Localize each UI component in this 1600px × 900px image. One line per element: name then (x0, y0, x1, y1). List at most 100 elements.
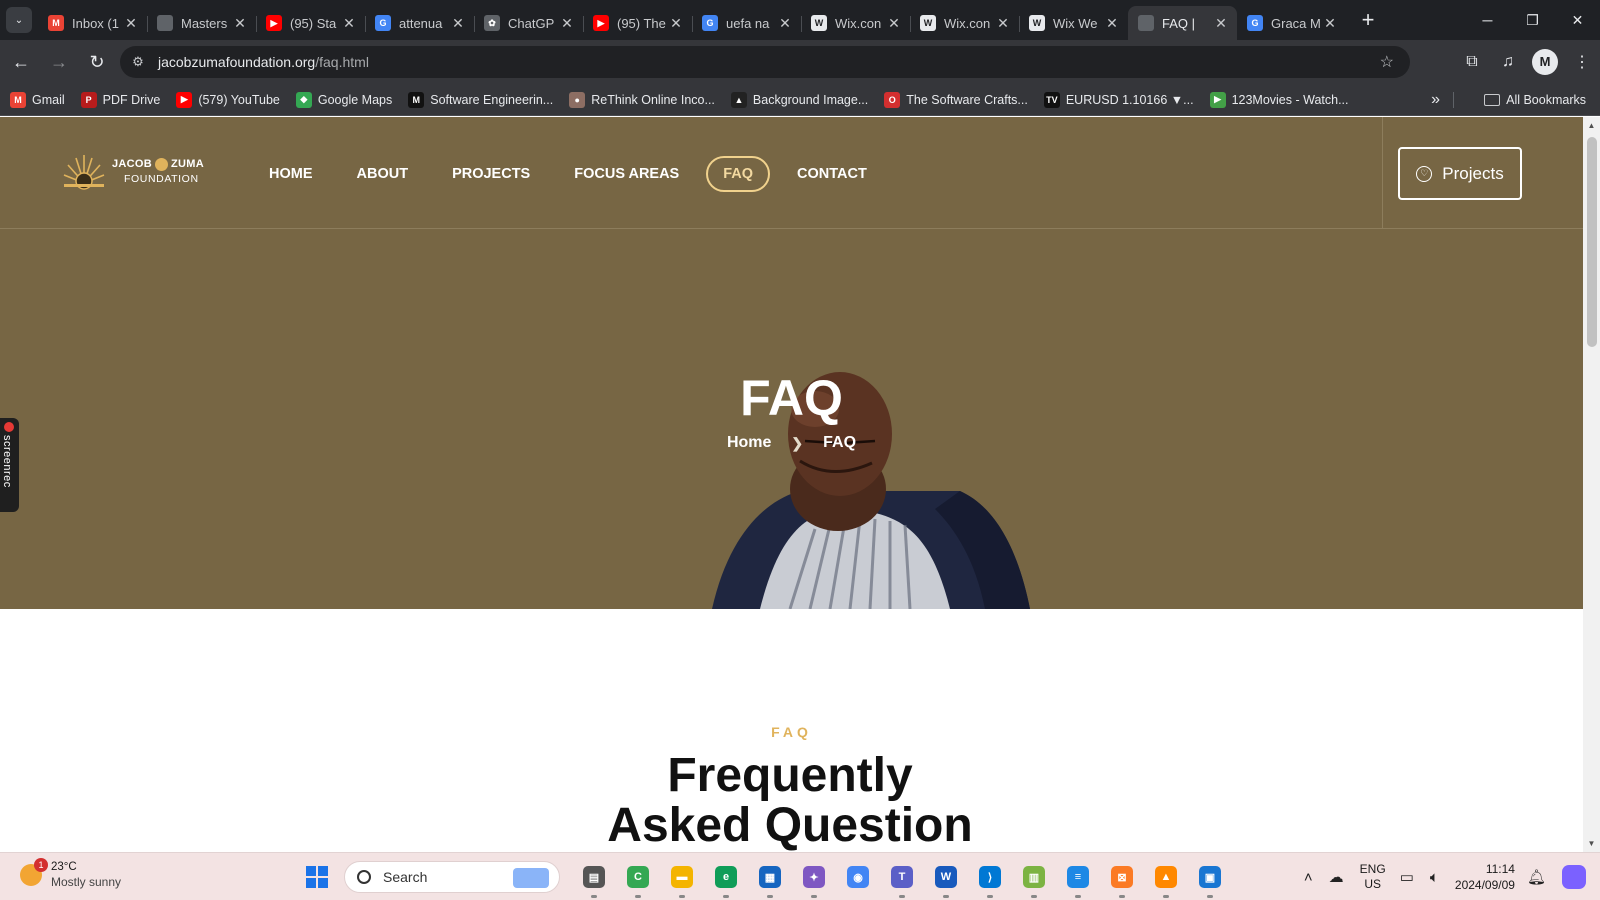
weather-widget[interactable]: 1 23°C Mostly sunny (20, 858, 121, 890)
bookmark-item[interactable]: TV EURUSD 1.10166 ▼... (1043, 91, 1194, 108)
taskbar-search[interactable]: Search (344, 861, 560, 893)
browser-tab[interactable]: W Wix.con ✕ (910, 6, 1019, 40)
extensions-icon[interactable]: ⧉ (1454, 53, 1490, 71)
tab-search-button[interactable]: ⌄ (6, 7, 32, 33)
bookmark-item[interactable]: ● ReThink Online Inco... (569, 91, 715, 108)
bookmark-item[interactable]: ◆ Google Maps (295, 91, 392, 108)
taskbar-app[interactable]: T (880, 861, 924, 898)
scroll-down-arrow-icon[interactable]: ▼ (1583, 839, 1600, 848)
network-icon[interactable]: ▭ (1400, 868, 1414, 886)
site-header: JACOB ZUMA FOUNDATION HOME ABOUT PROJECTS FO… (0, 117, 1583, 229)
close-window-button[interactable]: ✕ (1555, 0, 1600, 40)
taskbar-app[interactable]: ▬ (660, 861, 704, 898)
volume-icon[interactable]: 🔈︎ (1430, 869, 1439, 886)
close-tab-icon[interactable]: ✕ (341, 15, 357, 32)
bookmark-item[interactable]: ▶ 123Movies - Watch... (1209, 91, 1349, 108)
close-tab-icon[interactable]: ✕ (1104, 15, 1120, 32)
nav-link-projects[interactable]: PROJECTS (435, 156, 547, 192)
projects-cta-button[interactable]: ♡ Projects (1398, 147, 1522, 200)
bookmark-star-icon[interactable]: ☆ (1380, 52, 1394, 72)
medium-icon: M (408, 91, 425, 108)
close-tab-icon[interactable]: ✕ (123, 15, 139, 32)
chevron-up-icon[interactable]: ˄ (1304, 869, 1313, 886)
taskbar-app[interactable]: ≡ (1056, 861, 1100, 898)
bookmark-item[interactable]: M Gmail (10, 91, 65, 108)
address-bar[interactable]: ⚙ jacobzumafoundation.org/faq.html ☆ (120, 46, 1410, 78)
bookmark-item[interactable]: O The Software Crafts... (884, 91, 1028, 108)
windows-start-icon[interactable] (306, 866, 328, 888)
youtube-icon: ▶ (176, 91, 193, 108)
faq-heading-text: Frequently Asked Question (607, 749, 973, 852)
taskbar-app[interactable]: ▦ (748, 861, 792, 898)
browser-tab[interactable]: Guefa na ✕ (692, 6, 801, 40)
taskbar-app[interactable]: ⊠ (1100, 861, 1144, 898)
nav-link-focus-areas[interactable]: FOCUS AREAS (557, 156, 696, 192)
browser-tab[interactable]: Gattenua ✕ (365, 6, 474, 40)
restore-button[interactable]: ❐ (1510, 0, 1555, 40)
back-button[interactable]: ← (4, 45, 38, 79)
browser-tab[interactable]: ▶ (95) Sta ✕ (256, 6, 365, 40)
browser-tab[interactable]: Masters ✕ (147, 6, 256, 40)
forward-button[interactable]: → (42, 45, 76, 79)
taskbar-app[interactable]: ▣ (1188, 861, 1232, 898)
close-tab-icon[interactable]: ✕ (559, 15, 575, 32)
nav-link-faq[interactable]: FAQ (706, 156, 771, 192)
bookmark-item[interactable]: P PDF Drive (80, 91, 161, 108)
notifications-bell-icon[interactable]: 🔔︎ (1527, 868, 1546, 886)
chrome-menu-icon[interactable]: ⋮ (1564, 52, 1600, 72)
taskbar-app[interactable]: C (616, 861, 660, 898)
faq-eyebrow: FAQ (771, 724, 812, 740)
taskbar-app[interactable]: ✦ (792, 861, 836, 898)
taskbar-app[interactable]: ◉ (836, 861, 880, 893)
reload-button[interactable]: ↻ (80, 45, 114, 79)
close-tab-icon[interactable]: ✕ (995, 15, 1011, 32)
taskbar-app[interactable]: W (924, 861, 968, 898)
taskbar-app[interactable]: e (704, 861, 748, 898)
close-tab-icon[interactable]: ✕ (1322, 15, 1338, 32)
close-tab-icon[interactable]: ✕ (450, 15, 466, 32)
new-tab-button[interactable]: + (1354, 6, 1382, 34)
minimize-button[interactable]: ─ (1465, 0, 1510, 40)
close-tab-icon[interactable]: ✕ (232, 15, 248, 32)
nav-link-about[interactable]: ABOUT (340, 156, 426, 192)
breadcrumb-home-link[interactable]: Home (727, 434, 771, 452)
nav-link-home[interactable]: HOME (252, 156, 330, 192)
close-tab-icon[interactable]: ✕ (1213, 15, 1229, 32)
browser-tab[interactable]: M Inbox (1 ✕ (38, 6, 147, 40)
url-text[interactable]: jacobzumafoundation.org/faq.html (158, 54, 369, 70)
profile-avatar[interactable]: M (1532, 49, 1558, 75)
bookmark-label: PDF Drive (102, 92, 161, 107)
tab-list: M Inbox (1 ✕ Masters ✕ ▶ (95) Sta ✕ Gattenua ✕ ✿ Ch… (38, 0, 1346, 40)
more-bookmarks-chevron-icon[interactable]: » (1431, 91, 1440, 109)
foundation-logo[interactable]: JACOB ZUMA FOUNDATION (60, 153, 204, 191)
taskbar-app[interactable]: ⟩ (968, 861, 1012, 898)
media-controls-icon[interactable]: ♫ (1490, 53, 1526, 71)
close-tab-icon[interactable]: ✕ (886, 15, 902, 32)
taskbar-clock[interactable]: 11:14 2024/09/09 (1455, 861, 1515, 893)
browser-tab[interactable]: FAQ | ✕ (1128, 6, 1237, 40)
browser-tab[interactable]: W Wix.con ✕ (801, 6, 910, 40)
browser-tab[interactable]: ▶ (95) The ✕ (583, 6, 692, 40)
bookmark-item[interactable]: ▶ (579) YouTube (176, 91, 280, 108)
copilot-icon[interactable] (1562, 865, 1586, 889)
browser-tab[interactable]: ✿ ChatGP ✕ (474, 6, 583, 40)
scroll-up-arrow-icon[interactable]: ▲ (1583, 121, 1600, 130)
taskbar-app[interactable]: ▥ (1012, 861, 1056, 898)
close-tab-icon[interactable]: ✕ (777, 15, 793, 32)
browser-tab[interactable]: G Graca M ✕ (1237, 6, 1346, 40)
bookmark-item[interactable]: ▲ Background Image... (730, 91, 868, 108)
all-bookmarks-button[interactable]: All Bookmarks (1484, 93, 1586, 107)
page-scrollbar[interactable]: ▲ ▼ (1583, 117, 1600, 852)
taskbar-app[interactable]: ▲ (1144, 861, 1188, 898)
close-tab-icon[interactable]: ✕ (668, 15, 684, 32)
nav-link-contact[interactable]: CONTACT (780, 156, 884, 192)
browser-tab[interactable]: W Wix We ✕ (1019, 6, 1128, 40)
scroll-thumb[interactable] (1587, 137, 1597, 347)
screenrec-widget[interactable]: screenrec (0, 418, 19, 512)
bookmark-item[interactable]: M Software Engineerin... (408, 91, 553, 108)
language-indicator[interactable]: ENG US (1360, 862, 1386, 892)
site-info-icon[interactable]: ⚙ (128, 54, 148, 70)
logo-emblem-icon (155, 158, 169, 171)
taskbar-app[interactable]: ▤ (572, 861, 616, 898)
onedrive-icon[interactable]: ☁ (1329, 868, 1344, 886)
